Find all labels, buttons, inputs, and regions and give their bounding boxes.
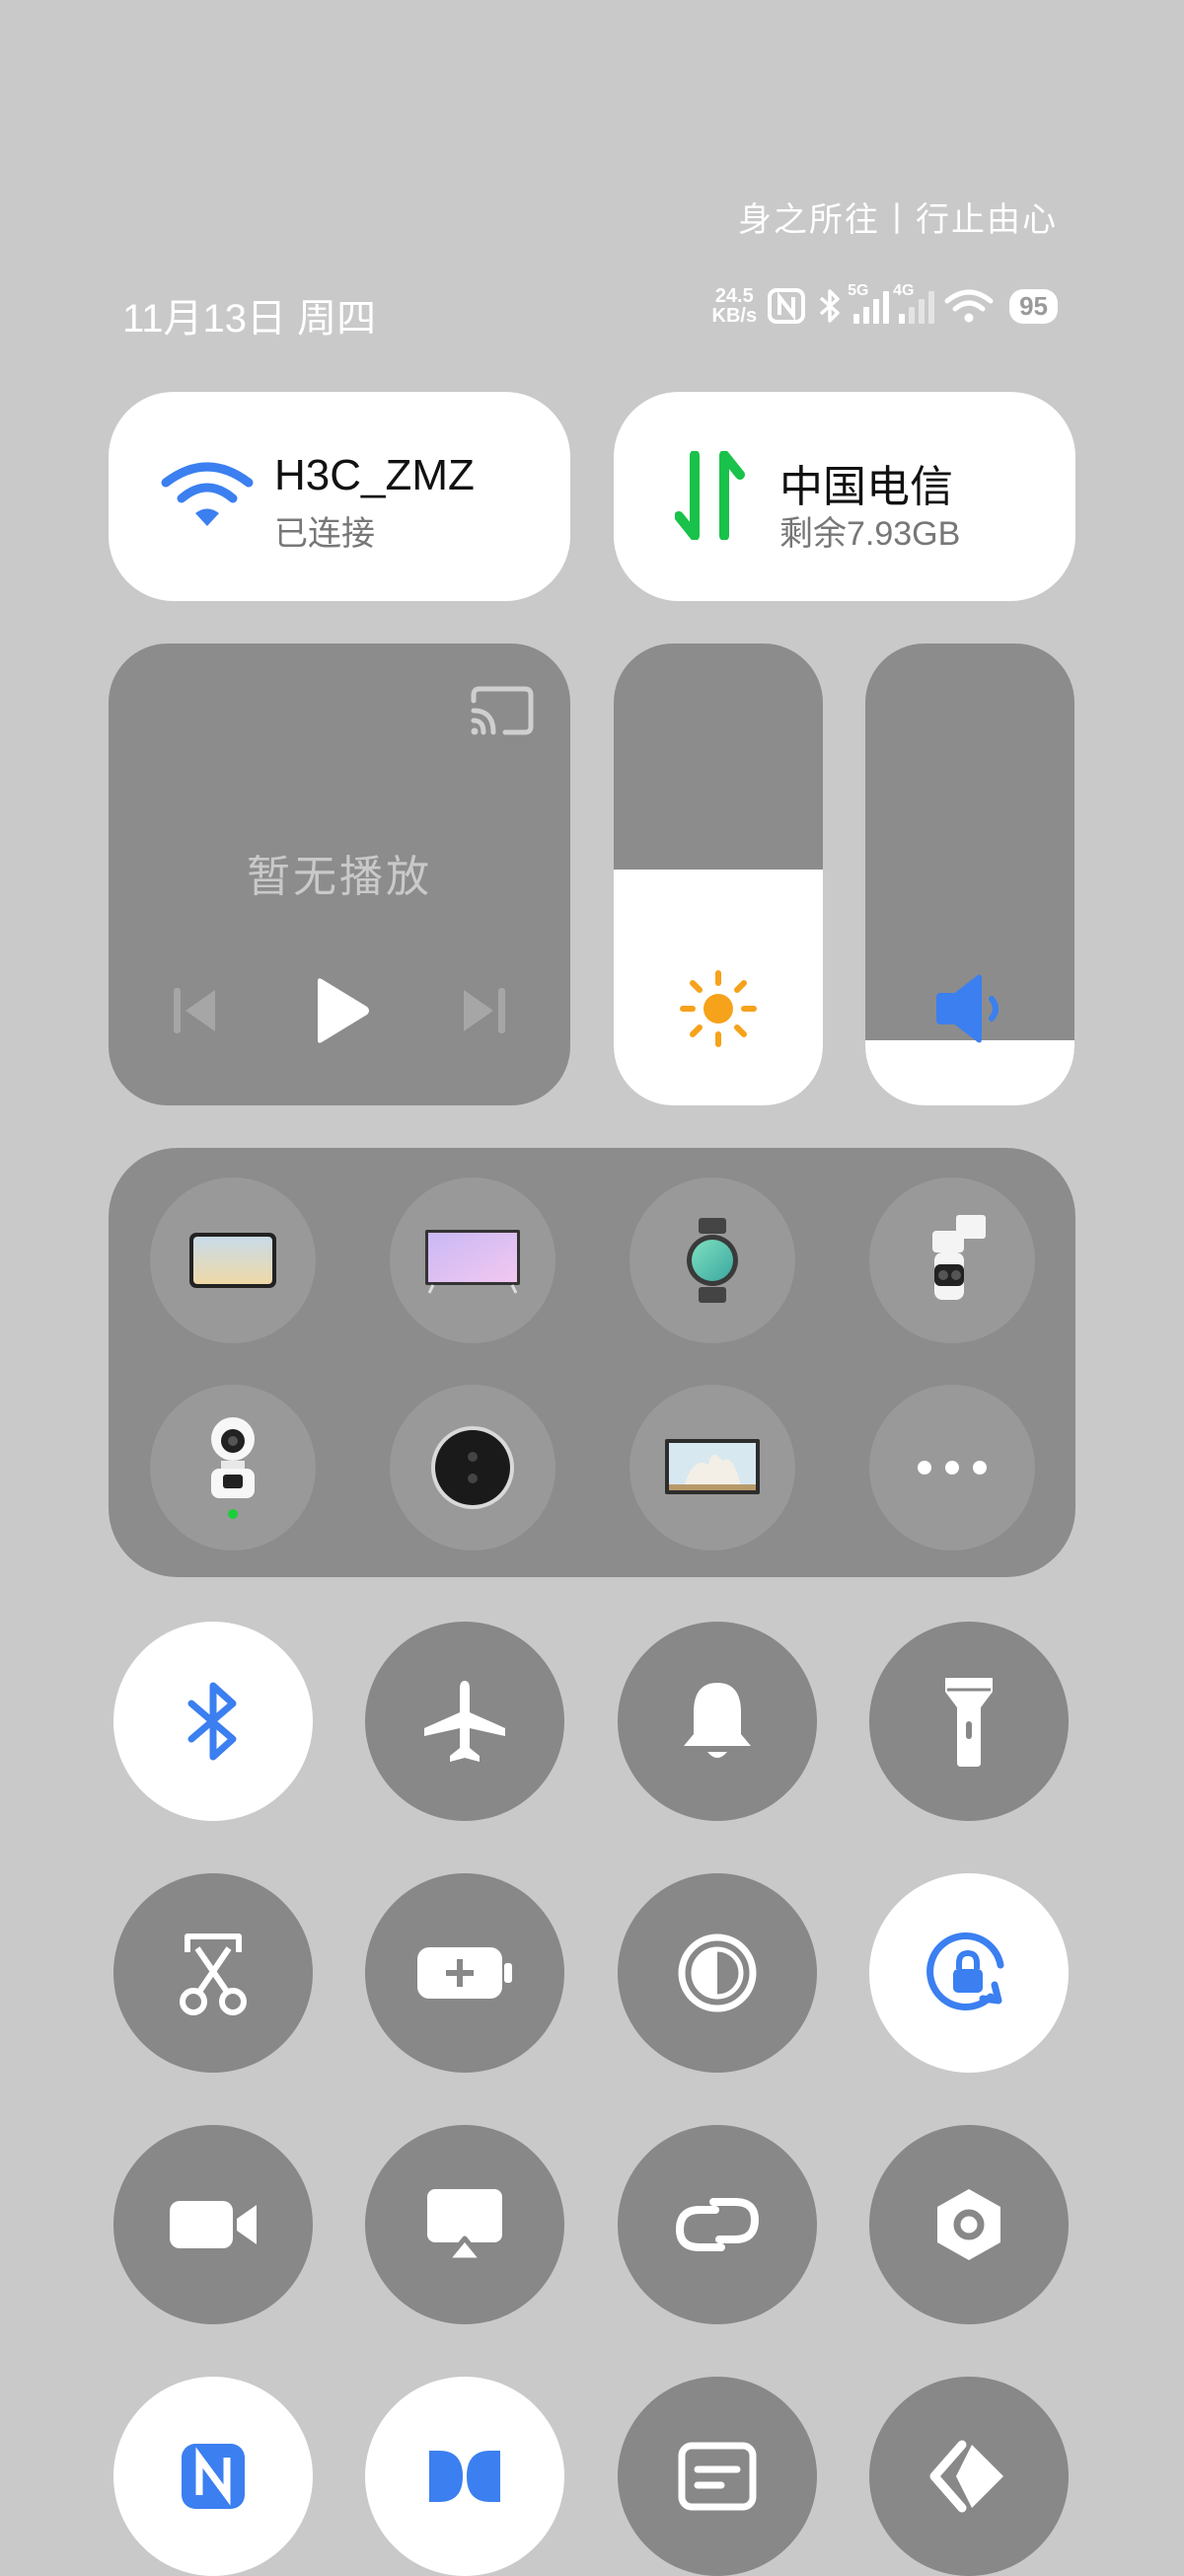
dark-mode-icon [678,1933,757,2012]
aquarium-icon [665,1439,760,1494]
sound-toggle[interactable] [618,1622,817,1821]
device-smartwatch[interactable] [629,1177,795,1343]
device-more[interactable] [869,1385,1035,1551]
nfc-status-icon [768,288,806,324]
wifi-card[interactable]: H3C_ZMZ 已连接 [109,392,570,601]
wifi-status: 已连接 [274,515,375,553]
volume-level [865,1040,1074,1105]
media-player: 暂无播放 [109,644,570,1105]
outdoor-camera-icon [932,1215,986,1300]
screenshot-toggle[interactable] [113,1873,313,2073]
network-speed: 24.5 KB/s [712,286,758,326]
dolby-toggle[interactable] [365,2377,564,2576]
next-track-icon[interactable] [460,984,509,1037]
battery-saver-icon [417,1947,512,1999]
date-label: 11月13日 周四 [122,297,377,341]
sim1-signal-icon: 5G [848,282,890,324]
screen-cast-icon [427,2189,502,2263]
airplane-mode-toggle[interactable] [365,1622,564,1821]
battery-saver-toggle[interactable] [365,1873,564,2073]
smartwatch-icon [687,1218,738,1303]
screen-cast-toggle[interactable] [365,2125,564,2324]
volume-slider[interactable] [865,644,1074,1105]
home-camera-icon [211,1417,255,1519]
nfc-icon [182,2444,245,2509]
video-camera-icon [170,2201,257,2248]
interconnect-icon [929,2440,1003,2513]
nfc-toggle[interactable] [113,2377,313,2576]
device-speaker[interactable] [390,1385,555,1551]
network-speed-value: 24.5 [714,285,754,307]
mobile-data-icon [675,451,745,540]
wifi-status-icon [944,289,994,323]
screenshot-icon [180,1933,247,2015]
flashlight-icon [945,1678,993,1767]
carrier-name: 中国电信 [779,463,953,511]
status-bar-icons: 24.5 KB/s 5G 4G 95 [712,282,1058,326]
sun-icon [680,970,757,1047]
bluetooth-toggle[interactable] [113,1622,313,1821]
sim2-signal-icon: 4G [893,282,935,324]
notes-icon [678,2442,757,2511]
speaker-icon [431,1426,514,1509]
video-toggle[interactable] [113,2125,313,2324]
rotation-lock-icon [926,1932,1004,2010]
device-tv[interactable] [390,1177,555,1343]
tablet-icon [189,1233,276,1288]
play-icon[interactable] [310,975,373,1046]
flashlight-toggle[interactable] [869,1622,1069,1821]
sim2-network-type: 4G [893,282,915,299]
sim1-network-type: 5G [848,282,869,299]
battery-indicator: 95 [1009,288,1058,324]
hexagon-settings-toggle[interactable] [869,2125,1069,2324]
device-aquarium[interactable] [629,1385,795,1551]
data-remaining: 剩余7.93GB [779,515,961,553]
link-toggle[interactable] [618,2125,817,2324]
interconnect-toggle[interactable] [869,2377,1069,2576]
cast-icon[interactable] [470,685,535,736]
previous-track-icon[interactable] [170,984,219,1037]
dark-mode-toggle[interactable] [618,1873,817,2073]
mobile-data-card[interactable]: 中国电信 剩余7.93GB [614,392,1075,601]
device-panel [109,1148,1075,1577]
more-icon [918,1461,987,1475]
speaker-volume-icon [936,974,999,1043]
wifi-icon [161,462,254,526]
brightness-slider[interactable] [614,644,823,1105]
hexagon-settings-icon [937,2189,1000,2260]
device-home-camera[interactable] [150,1385,316,1551]
wifi-name: H3C_ZMZ [274,451,475,499]
dolby-icon [429,2451,500,2502]
motto-text: 身之所往丨行止由心 [738,201,1058,239]
bluetooth-icon [187,1682,237,1761]
rotation-lock-toggle[interactable] [869,1873,1069,2073]
notes-toggle[interactable] [618,2377,817,2576]
airplane-icon [424,1681,505,1762]
bluetooth-status-icon [819,289,840,323]
device-tablet[interactable] [150,1177,316,1343]
network-speed-unit: KB/s [711,305,758,327]
link-icon [675,2198,760,2251]
bell-icon [684,1683,751,1758]
media-status: 暂无播放 [247,853,432,901]
tv-icon [425,1230,520,1294]
device-outdoor-camera[interactable] [869,1177,1035,1343]
